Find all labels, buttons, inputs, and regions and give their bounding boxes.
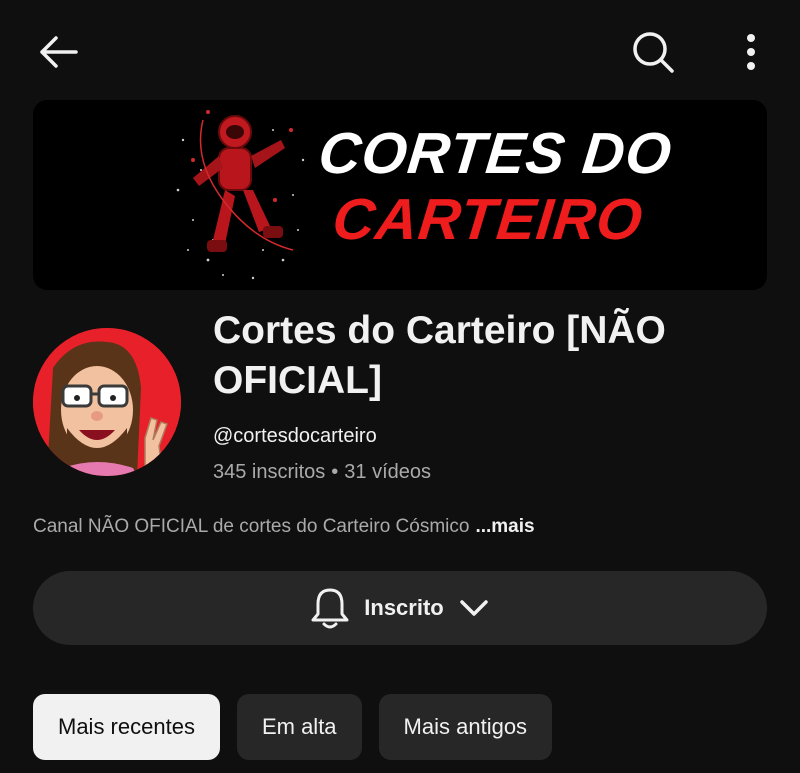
top-bar	[0, 0, 800, 100]
more-link[interactable]: ...mais	[475, 516, 534, 537]
subscriber-count: 345 inscritos	[213, 461, 326, 483]
chip-em-alta[interactable]: Em alta	[236, 694, 362, 760]
bell-icon	[311, 588, 349, 629]
description-text: Canal NÃO OFICIAL de cortes do Carteiro …	[33, 516, 470, 537]
channel-name: Cortes do Carteiro [NÃO OFICIAL]	[213, 309, 666, 402]
subscribed-label: Inscrito	[364, 595, 444, 620]
chip-mais-antigos[interactable]: Mais antigos	[378, 694, 553, 760]
avatar-cartoon	[33, 328, 181, 476]
chip-mais-recentes[interactable]: Mais recentes	[33, 694, 220, 760]
chevron-down-icon	[459, 600, 488, 616]
search-button[interactable]	[625, 24, 681, 80]
back-button[interactable]	[30, 28, 86, 76]
video-count: 31 vídeos	[344, 461, 432, 483]
channel-banner: CORTES DO CARTEIRO	[33, 100, 767, 290]
stats-separator: •	[331, 461, 339, 483]
arrow-left-icon	[40, 36, 78, 68]
channel-avatar[interactable]	[33, 328, 181, 476]
astronaut-illustration	[176, 110, 305, 280]
sort-chips: Mais recentes Em alta Mais antigos	[33, 694, 553, 760]
more-vertical-icon	[747, 34, 755, 70]
subscribed-button[interactable]: Inscrito	[33, 571, 767, 645]
banner-title-line1: CORTES DO	[315, 121, 676, 186]
search-icon	[633, 32, 674, 73]
channel-handle: @cortesdocarteiro	[213, 425, 377, 447]
channel-stats: 345 inscritos • 31 vídeos	[213, 461, 431, 484]
banner-title-line2: CARTEIRO	[329, 187, 647, 252]
channel-description[interactable]: Canal NÃO OFICIAL de cortes do Carteiro …	[33, 516, 535, 538]
more-options-button[interactable]	[728, 24, 774, 80]
